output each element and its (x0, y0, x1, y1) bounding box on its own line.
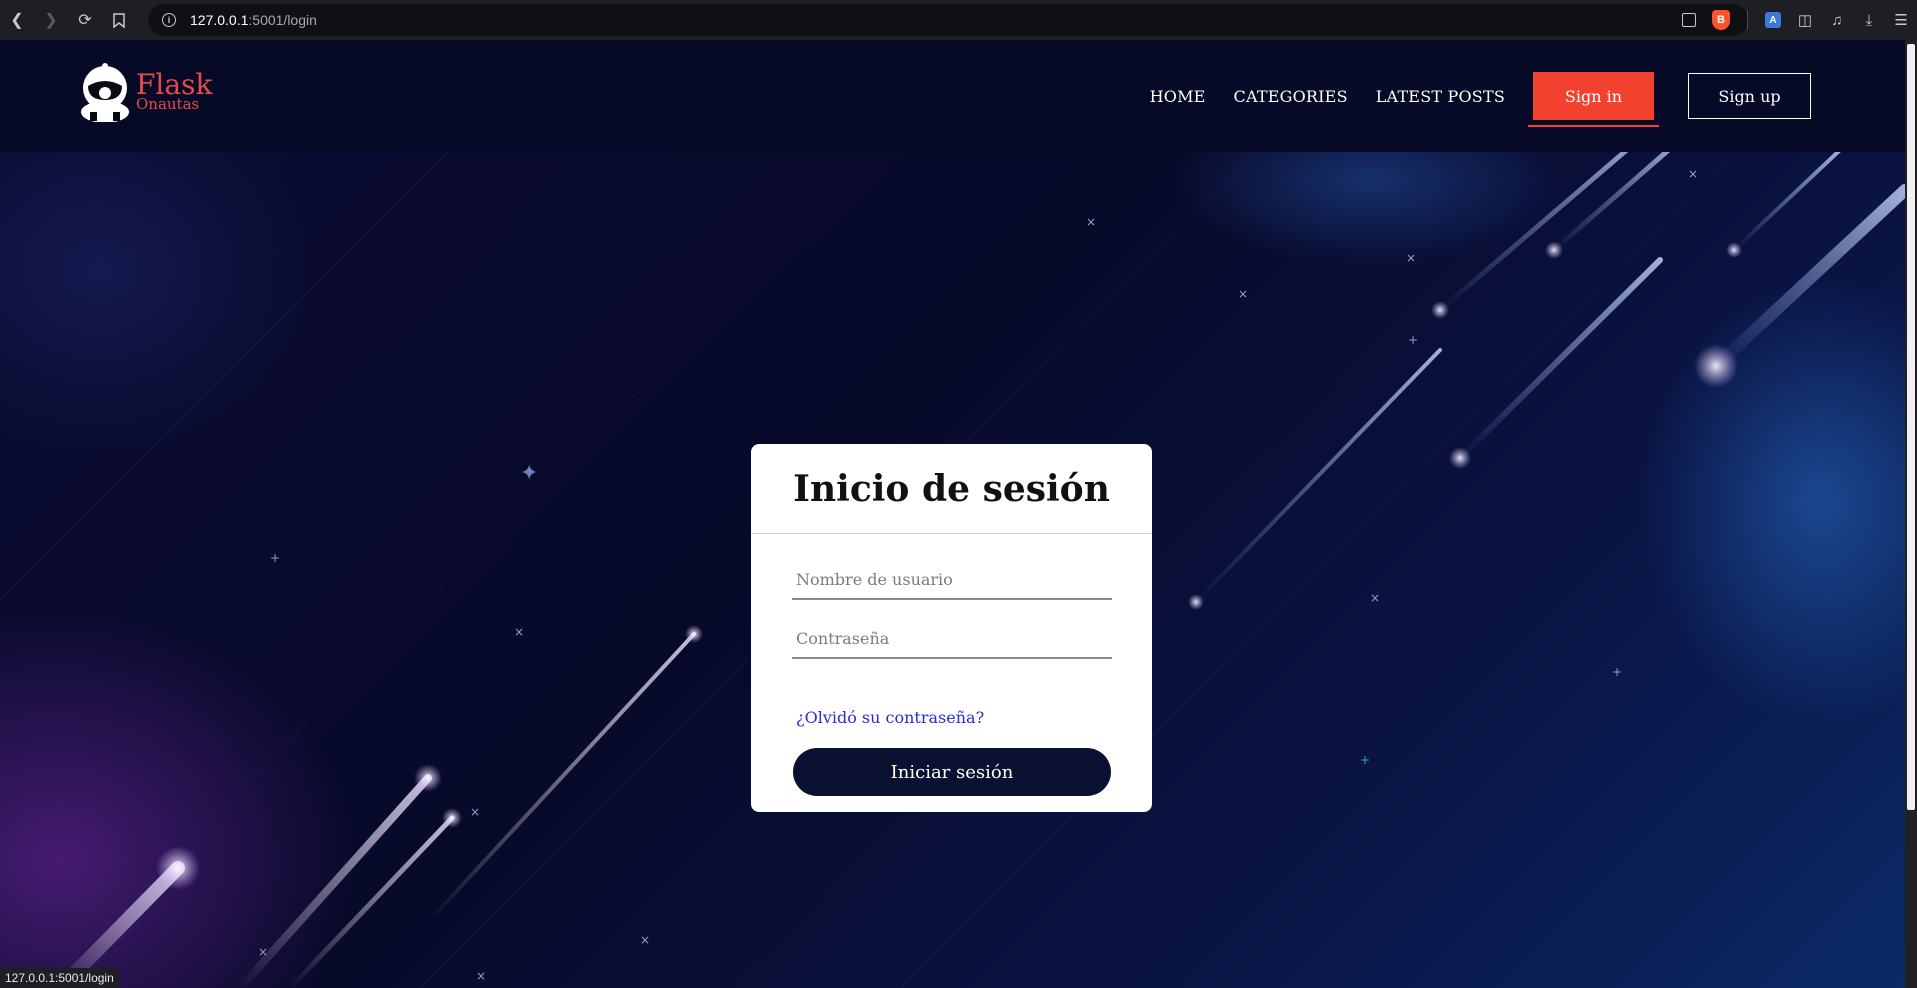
status-url-tooltip: 127.0.0.1:5001/login (0, 968, 119, 988)
brave-shield-icon[interactable]: B (1705, 0, 1737, 40)
sign-in-button[interactable]: Sign in (1528, 72, 1659, 127)
svg-text:×: × (1370, 591, 1380, 605)
nav-link-latest-posts[interactable]: LATEST POSTS (1376, 87, 1505, 106)
svg-text:+: + (1612, 665, 1622, 679)
username-field[interactable] (792, 560, 1112, 600)
url-path: :5001/login (248, 12, 317, 28)
page-scrollbar[interactable] (1905, 40, 1917, 988)
svg-text:×: × (470, 805, 480, 819)
svg-text:×: × (640, 933, 650, 947)
toolbar-divider (1737, 0, 1757, 40)
svg-text:×: × (1688, 167, 1698, 181)
scrollbar-thumb[interactable] (1907, 44, 1915, 810)
bookmark-icon[interactable] (102, 0, 136, 40)
translate-icon[interactable]: A (1757, 0, 1789, 40)
svg-text:×: × (258, 945, 268, 959)
svg-text:×: × (1238, 287, 1248, 301)
page-viewport: × × × × × × + + × × × × + + ✦ Flask Onau… (0, 40, 1905, 988)
music-icon[interactable]: ♫ (1821, 0, 1853, 40)
hamburger-menu-icon[interactable]: ☰ (1885, 0, 1917, 40)
login-submit-button[interactable]: Iniciar sesión (793, 748, 1111, 796)
svg-text:+: + (1360, 753, 1370, 767)
main-nav: HOME CATEGORIES LATEST POSTS Sign in Sig… (1150, 40, 1905, 152)
svg-text:×: × (514, 625, 524, 639)
svg-text:+: + (1408, 333, 1418, 347)
login-card: Inicio de sesión ¿Olvidó su contraseña? … (751, 444, 1152, 812)
site-header: Flask Onautas HOME CATEGORIES LATEST POS… (0, 40, 1905, 152)
svg-text:✦: ✦ (520, 461, 538, 486)
back-icon[interactable]: ❮ (0, 0, 34, 40)
svg-text:×: × (1086, 215, 1096, 229)
site-logo[interactable]: Flask Onautas (76, 60, 212, 123)
browser-toolbar: ❮ ❯ ⟳ i 127.0.0.1:5001/login B A ◫ ♫ ⤓ ☰ (0, 0, 1917, 40)
sign-up-button[interactable]: Sign up (1688, 73, 1811, 119)
svg-text:×: × (476, 969, 486, 983)
address-bar[interactable]: i 127.0.0.1:5001/login (148, 4, 1748, 36)
svg-text:+: + (270, 551, 280, 565)
url-host: 127.0.0.1 (190, 12, 249, 28)
nav-link-home[interactable]: HOME (1150, 87, 1206, 106)
svg-text:×: × (1406, 251, 1416, 265)
download-icon[interactable]: ⤓ (1853, 0, 1885, 40)
nav-link-categories[interactable]: CATEGORIES (1234, 87, 1348, 106)
site-info-icon[interactable]: i (162, 13, 176, 27)
share-icon[interactable] (1673, 0, 1705, 40)
puzzle-icon[interactable]: ◫ (1789, 0, 1821, 40)
password-field[interactable] (792, 619, 1112, 659)
login-title: Inicio de sesión (751, 444, 1152, 534)
forgot-password-link[interactable]: ¿Olvidó su contraseña? (796, 708, 984, 727)
forward-icon[interactable]: ❯ (34, 0, 68, 40)
reload-icon[interactable]: ⟳ (68, 0, 102, 40)
astronaut-logo-icon (76, 60, 134, 123)
